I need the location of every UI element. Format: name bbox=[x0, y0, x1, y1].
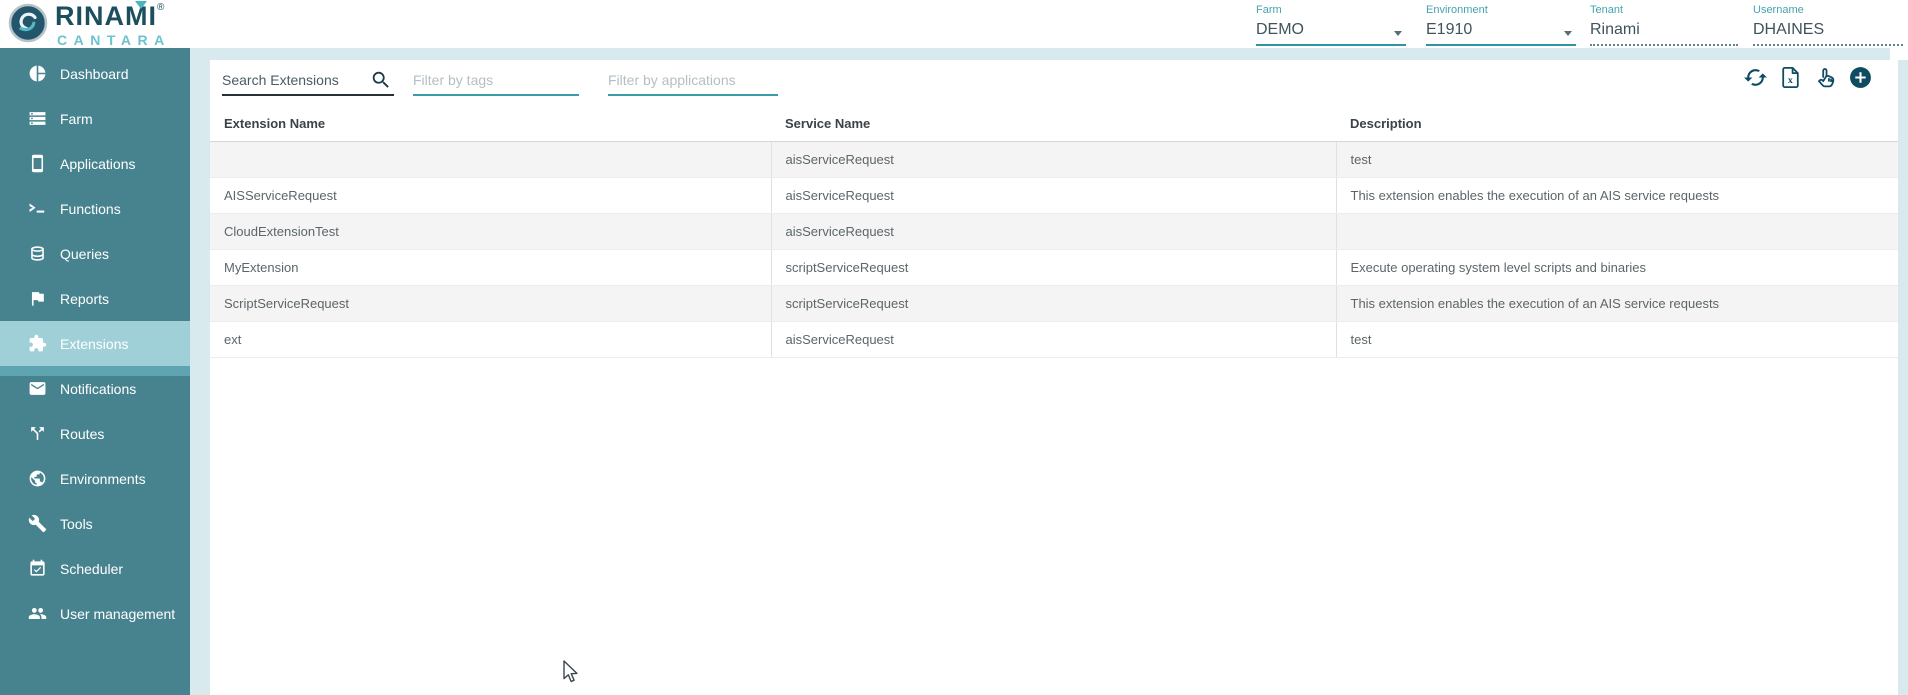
wrench-icon bbox=[27, 514, 47, 534]
cell-extension-name bbox=[210, 142, 771, 178]
cell-service-name: aisServiceRequest bbox=[771, 142, 1336, 178]
calendar-check-icon bbox=[27, 559, 47, 579]
logo-line1: RINAMI® bbox=[55, 3, 171, 30]
farm-label: Farm bbox=[1256, 4, 1406, 16]
sidebar: Dashboard Farm Applications Functions Qu… bbox=[0, 48, 190, 695]
username-field[interactable]: Username DHAINES bbox=[1753, 4, 1903, 46]
cell-description: test bbox=[1336, 142, 1898, 178]
chevron-down-icon bbox=[1394, 31, 1402, 36]
logo-text: RINAMI® CANTARA bbox=[55, 3, 171, 47]
table-row[interactable]: ext aisServiceRequest test bbox=[210, 322, 1898, 358]
table-row[interactable]: AISServiceRequest aisServiceRequest This… bbox=[210, 178, 1898, 214]
cell-description: This extension enables the execution of … bbox=[1336, 178, 1898, 214]
username-value: DHAINES bbox=[1753, 21, 1903, 39]
flag-icon bbox=[27, 289, 47, 309]
chevron-down-icon bbox=[1564, 31, 1572, 36]
sidebar-item-label: Dashboard bbox=[60, 66, 129, 82]
sidebar-item-dashboard[interactable]: Dashboard bbox=[0, 51, 190, 96]
sidebar-item-farm[interactable]: Farm bbox=[0, 96, 190, 141]
environment-value: E1910 bbox=[1426, 21, 1576, 39]
logo-line2: CANTARA bbox=[57, 33, 171, 47]
farm-select[interactable]: Farm DEMO bbox=[1256, 4, 1406, 46]
tenant-label: Tenant bbox=[1590, 4, 1738, 16]
sidebar-item-scheduler[interactable]: Scheduler bbox=[0, 546, 190, 591]
sidebar-item-user-management[interactable]: User management bbox=[0, 591, 190, 636]
content-left-tint bbox=[190, 48, 210, 695]
sidebar-item-label: Applications bbox=[60, 156, 136, 172]
sidebar-item-label: Farm bbox=[60, 111, 93, 127]
sidebar-item-functions[interactable]: Functions bbox=[0, 186, 190, 231]
app-screen: RINAMI® CANTARA Farm DEMO Environment E1… bbox=[0, 0, 1908, 695]
environment-select[interactable]: Environment E1910 bbox=[1426, 4, 1576, 46]
sidebar-item-label: Reports bbox=[60, 291, 109, 307]
cell-service-name: scriptServiceRequest bbox=[771, 286, 1336, 322]
sidebar-item-tools[interactable]: Tools bbox=[0, 501, 190, 546]
table-row[interactable]: aisServiceRequest test bbox=[210, 142, 1898, 178]
sidebar-item-environments[interactable]: Environments bbox=[0, 456, 190, 501]
table-row[interactable]: ScriptServiceRequest scriptServiceReques… bbox=[210, 286, 1898, 322]
branch-icon bbox=[27, 424, 47, 444]
column-header-service-name[interactable]: Service Name bbox=[771, 85, 1336, 142]
cell-extension-name: ext bbox=[210, 322, 771, 358]
dashboard-icon bbox=[27, 64, 47, 84]
registered-mark: ® bbox=[157, 2, 165, 13]
extensions-panel: x Extension Name Service Name Descriptio… bbox=[210, 60, 1898, 695]
app-header: RINAMI® CANTARA Farm DEMO Environment E1… bbox=[0, 0, 1908, 48]
applications-icon bbox=[27, 154, 47, 174]
sidebar-item-queries[interactable]: Queries bbox=[0, 231, 190, 276]
farm-servers-icon bbox=[27, 109, 47, 129]
envelope-icon bbox=[27, 379, 47, 399]
cell-extension-name: AISServiceRequest bbox=[210, 178, 771, 214]
cell-service-name: aisServiceRequest bbox=[771, 322, 1336, 358]
logo-mark-icon bbox=[8, 3, 48, 43]
content-right-tint bbox=[1898, 60, 1908, 695]
cell-service-name: aisServiceRequest bbox=[771, 214, 1336, 250]
sidebar-item-label: Functions bbox=[60, 201, 121, 217]
sidebar-item-label: Extensions bbox=[60, 336, 128, 352]
sidebar-item-label: User management bbox=[60, 606, 175, 622]
sidebar-item-label: Notifications bbox=[60, 381, 136, 397]
extensions-table: Extension Name Service Name Description … bbox=[210, 85, 1898, 358]
sidebar-item-label: Environments bbox=[60, 471, 146, 487]
sidebar-item-label: Routes bbox=[60, 426, 104, 442]
logo: RINAMI® CANTARA bbox=[8, 3, 171, 47]
sidebar-item-applications[interactable]: Applications bbox=[0, 141, 190, 186]
table-row[interactable]: CloudExtensionTest aisServiceRequest bbox=[210, 214, 1898, 250]
tenant-value: Rinami bbox=[1590, 21, 1738, 39]
puzzle-icon bbox=[27, 334, 47, 354]
tenant-field[interactable]: Tenant Rinami bbox=[1590, 4, 1738, 46]
cell-extension-name: CloudExtensionTest bbox=[210, 214, 771, 250]
content-top-tint bbox=[190, 48, 1890, 60]
cell-description bbox=[1336, 214, 1898, 250]
sidebar-item-label: Tools bbox=[60, 516, 93, 532]
terminal-icon bbox=[27, 199, 47, 219]
users-icon bbox=[27, 604, 47, 624]
cell-description: test bbox=[1336, 322, 1898, 358]
globe-icon bbox=[27, 469, 47, 489]
environment-label: Environment bbox=[1426, 4, 1576, 16]
sidebar-item-label: Scheduler bbox=[60, 561, 123, 577]
cell-description: Execute operating system level scripts a… bbox=[1336, 250, 1898, 286]
cell-service-name: scriptServiceRequest bbox=[771, 250, 1336, 286]
sidebar-item-routes[interactable]: Routes bbox=[0, 411, 190, 456]
sidebar-item-extensions[interactable]: Extensions bbox=[0, 321, 200, 366]
username-label: Username bbox=[1753, 4, 1903, 16]
cell-extension-name: ScriptServiceRequest bbox=[210, 286, 771, 322]
logo-tick-icon bbox=[135, 1, 147, 9]
cell-description: This extension enables the execution of … bbox=[1336, 286, 1898, 322]
database-icon bbox=[27, 244, 47, 264]
sidebar-item-notifications[interactable]: Notifications bbox=[0, 366, 190, 411]
table-header-row: Extension Name Service Name Description bbox=[210, 85, 1898, 142]
sidebar-item-label: Queries bbox=[60, 246, 109, 262]
column-header-description[interactable]: Description bbox=[1336, 85, 1898, 142]
cell-extension-name: MyExtension bbox=[210, 250, 771, 286]
column-header-extension-name[interactable]: Extension Name bbox=[210, 85, 771, 142]
farm-value: DEMO bbox=[1256, 21, 1406, 39]
sidebar-item-reports[interactable]: Reports bbox=[0, 276, 190, 321]
cell-service-name: aisServiceRequest bbox=[771, 178, 1336, 214]
table-row[interactable]: MyExtension scriptServiceRequest Execute… bbox=[210, 250, 1898, 286]
sidebar-nav: Dashboard Farm Applications Functions Qu… bbox=[0, 48, 190, 636]
